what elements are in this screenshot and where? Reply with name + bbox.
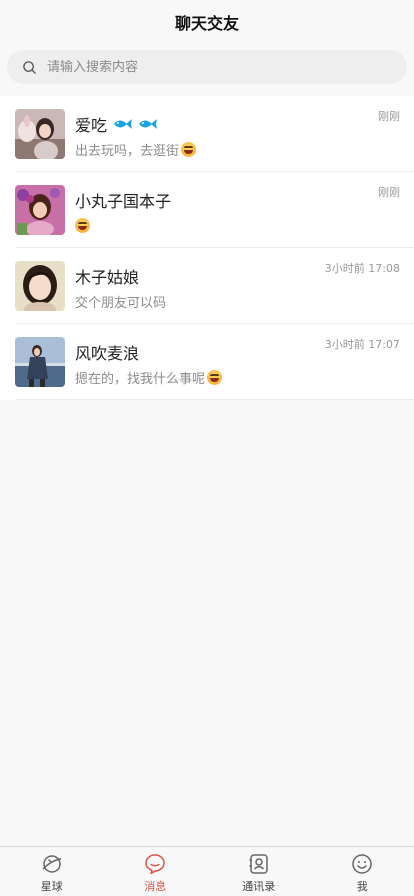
- contact-name: 小丸子国本子: [75, 191, 172, 211]
- chat-item[interactable]: 风吹麦浪 摁在的，找我什么事呢 3小时前 17:07: [15, 324, 414, 400]
- message-preview: 出去玩吗，去逛街: [75, 141, 400, 159]
- contact-name: 木子姑娘: [75, 267, 140, 287]
- search-bar[interactable]: [7, 50, 407, 84]
- avatar[interactable]: [15, 184, 65, 235]
- fish-icon: [114, 118, 133, 129]
- tab-label: 星球: [40, 879, 63, 893]
- tab-planet[interactable]: 星球: [0, 847, 104, 896]
- message-preview: 交个朋友可以码: [75, 293, 400, 311]
- tab-bar: 星球 消息 通讯录 我: [0, 846, 414, 896]
- avatar[interactable]: [15, 260, 65, 311]
- smiley-face-icon: [352, 853, 372, 874]
- tab-label: 消息: [144, 879, 167, 893]
- message-preview: [75, 217, 400, 235]
- message-time: 3小时前 17:07: [324, 338, 400, 351]
- chat-list: 爱吃 出去玩吗，去逛街 刚刚 小丸子国本子 刚刚 木子姑娘 交个朋友可以码 3小…: [0, 96, 414, 400]
- avatar[interactable]: [15, 336, 65, 387]
- avatar[interactable]: [15, 108, 65, 159]
- chat-item[interactable]: 爱吃 出去玩吗，去逛街 刚刚: [15, 96, 414, 172]
- tab-contacts[interactable]: 通讯录: [207, 847, 311, 896]
- message-preview: 摁在的，找我什么事呢: [75, 369, 400, 387]
- search-area: [0, 44, 414, 90]
- name-row: 小丸子国本子: [75, 187, 400, 213]
- contact-name: 爱吃: [75, 115, 108, 135]
- header-bar: 聊天交友: [0, 0, 414, 44]
- preview-text: 摁在的，找我什么事呢: [75, 372, 206, 387]
- page-title: 聊天交友: [174, 14, 239, 33]
- tab-label: 通讯录: [242, 879, 276, 893]
- message-icon: [145, 853, 165, 874]
- chat-body: 小丸子国本子: [75, 185, 400, 235]
- tab-messages[interactable]: 消息: [104, 847, 208, 896]
- search-input[interactable]: [47, 59, 347, 75]
- name-row: 爱吃: [75, 111, 400, 137]
- chat-item[interactable]: 小丸子国本子 刚刚: [15, 172, 414, 248]
- message-time: 3小时前 17:08: [324, 262, 400, 275]
- grin-emoji: [181, 142, 197, 157]
- fish-icon: [139, 118, 158, 129]
- tab-label: 我: [356, 879, 368, 893]
- tab-me[interactable]: 我: [311, 847, 414, 896]
- contacts-icon: [249, 853, 268, 874]
- contact-name: 风吹麦浪: [75, 343, 140, 363]
- chat-item[interactable]: 木子姑娘 交个朋友可以码 3小时前 17:08: [15, 248, 414, 324]
- search-icon: [23, 60, 36, 74]
- smile-emoji: [75, 218, 90, 233]
- preview-text: 出去玩吗，去逛街: [75, 144, 180, 159]
- chat-body: 爱吃 出去玩吗，去逛街: [75, 109, 400, 159]
- message-time: 刚刚: [378, 186, 400, 199]
- preview-text: 交个朋友可以码: [75, 296, 167, 311]
- smile-emoji: [207, 370, 223, 385]
- planet-icon: [42, 854, 61, 873]
- message-time: 刚刚: [378, 110, 400, 123]
